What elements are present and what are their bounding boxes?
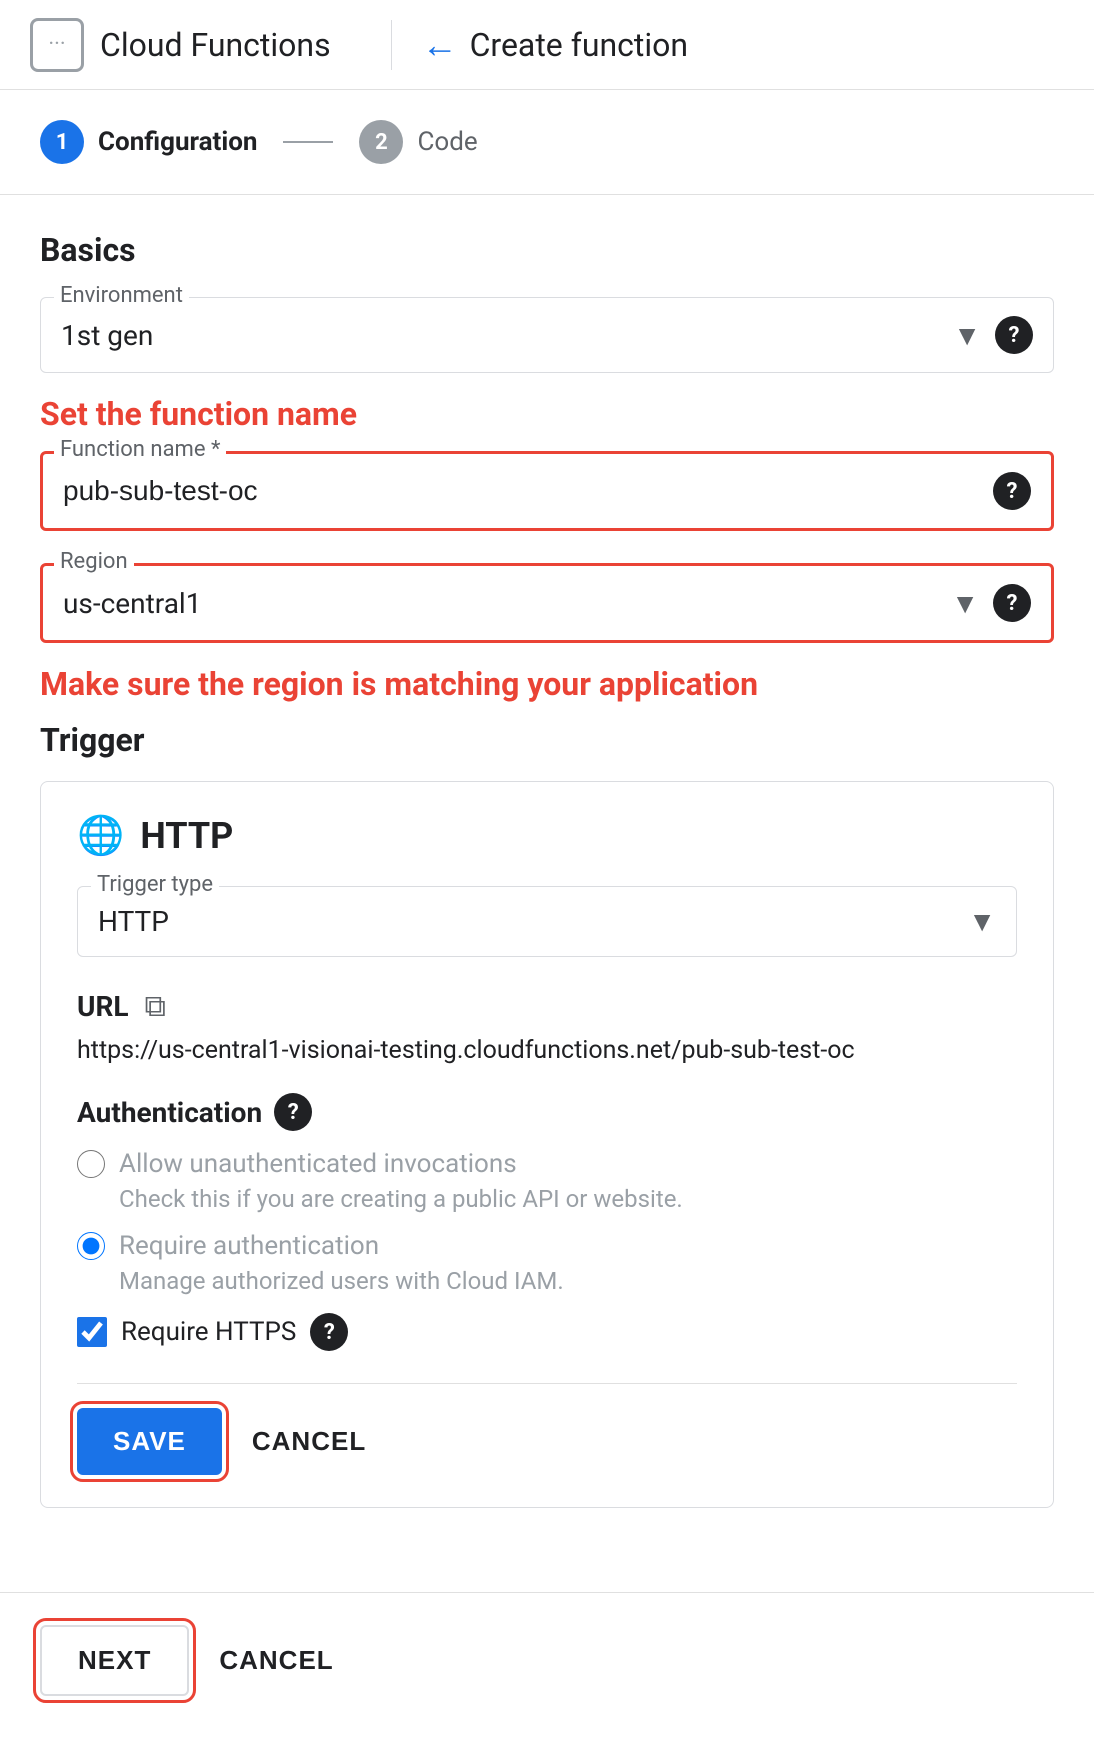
authentication-label: Authentication: [77, 1096, 262, 1129]
logo-icon: ···: [30, 18, 84, 72]
app-name: Cloud Functions: [100, 26, 331, 64]
trigger-box: 🌐 HTTP Trigger type HTTP ▼ URL ⧉ https:/…: [40, 781, 1054, 1508]
radio-row-1: Allow unauthenticated invocations: [77, 1149, 1017, 1179]
region-label: Region: [54, 549, 134, 574]
region-dropdown[interactable]: us-central1 ▼ ?: [40, 563, 1054, 643]
back-arrow-icon: ←: [422, 24, 458, 66]
http-label: HTTP: [140, 815, 233, 857]
stepper: 1 Configuration 2 Code: [0, 90, 1094, 195]
require-https-checkbox[interactable]: [77, 1317, 107, 1347]
authentication-help-icon[interactable]: ?: [274, 1093, 312, 1131]
environment-dropdown[interactable]: 1st gen ▼ ?: [40, 297, 1054, 373]
cancel-trigger-button[interactable]: CANCEL: [252, 1426, 366, 1457]
require-https-row: Require HTTPS ?: [77, 1313, 1017, 1351]
globe-icon: 🌐: [77, 814, 124, 858]
radio-row-2: Require authentication: [77, 1231, 1017, 1261]
trigger-type-field: Trigger type HTTP ▼: [77, 886, 1017, 957]
radio-option-require-auth: Require authentication Manage authorized…: [77, 1231, 1017, 1295]
require-https-label: Require HTTPS: [121, 1317, 296, 1347]
step-1[interactable]: 1 Configuration: [40, 120, 257, 164]
radio-option-unauthenticated: Allow unauthenticated invocations Check …: [77, 1149, 1017, 1213]
url-row: URL ⧉: [77, 989, 1017, 1024]
url-value: https://us-central1-visionai-testing.clo…: [77, 1036, 1017, 1065]
environment-label: Environment: [54, 283, 189, 308]
header: ··· Cloud Functions ← Create function: [0, 0, 1094, 90]
environment-dropdown-icons: ▼ ?: [953, 316, 1033, 354]
trigger-type-label: Trigger type: [91, 872, 219, 897]
region-annotation: Make sure the region is matching your ap…: [40, 665, 1054, 703]
radio-require-auth-label: Require authentication: [119, 1231, 379, 1261]
step-divider: [283, 141, 333, 143]
step-2[interactable]: 2 Code: [359, 120, 477, 164]
function-name-input[interactable]: [63, 475, 993, 507]
trigger-buttons: SAVE CANCEL: [77, 1383, 1017, 1475]
step-1-circle: 1: [40, 120, 84, 164]
url-label: URL: [77, 990, 129, 1023]
function-name-input-wrapper[interactable]: ?: [40, 451, 1054, 531]
region-dropdown-arrow-icon: ▼: [951, 587, 979, 620]
region-help-icon[interactable]: ?: [993, 584, 1031, 622]
function-name-field: Function name ?: [40, 451, 1054, 531]
bottom-navigation: NEXT CANCEL: [0, 1592, 1094, 1728]
step-1-label: Configuration: [98, 127, 257, 157]
trigger-type-arrow-icon: ▼: [968, 905, 996, 938]
radio-require-auth-input[interactable]: [77, 1232, 105, 1260]
step-2-circle: 2: [359, 120, 403, 164]
set-function-name-annotation: Set the function name: [40, 395, 1054, 433]
radio-unauthenticated-description: Check this if you are creating a public …: [119, 1185, 1017, 1213]
next-button[interactable]: NEXT: [40, 1625, 189, 1696]
copy-icon[interactable]: ⧉: [145, 989, 166, 1024]
region-dropdown-icons: ▼ ?: [951, 584, 1031, 622]
environment-dropdown-arrow-icon: ▼: [953, 319, 981, 352]
radio-require-auth-description: Manage authorized users with Cloud IAM.: [119, 1267, 1017, 1295]
save-button[interactable]: SAVE: [77, 1408, 222, 1475]
radio-unauthenticated-label: Allow unauthenticated invocations: [119, 1149, 517, 1179]
environment-field: Environment 1st gen ▼ ?: [40, 297, 1054, 373]
function-name-help-icon[interactable]: ?: [993, 472, 1031, 510]
step-2-label: Code: [417, 127, 477, 157]
require-https-help-icon[interactable]: ?: [310, 1313, 348, 1351]
trigger-section-heading: Trigger: [40, 721, 1054, 759]
radio-unauthenticated-input[interactable]: [77, 1150, 105, 1178]
trigger-http-header: 🌐 HTTP: [77, 814, 1017, 858]
cancel-bottom-button[interactable]: CANCEL: [219, 1645, 333, 1676]
back-button[interactable]: ← Create function: [422, 24, 688, 66]
environment-help-icon[interactable]: ?: [995, 316, 1033, 354]
app-logo: ··· Cloud Functions: [30, 18, 331, 72]
header-divider: [391, 20, 392, 70]
authentication-section: Authentication ?: [77, 1093, 1017, 1131]
main-content: Basics Environment 1st gen ▼ ? Set the f…: [0, 195, 1094, 1576]
region-value: us-central1: [63, 587, 951, 620]
environment-value: 1st gen: [61, 319, 953, 352]
page-title: Create function: [470, 26, 688, 64]
basics-heading: Basics: [40, 231, 1054, 269]
region-field: Region us-central1 ▼ ?: [40, 563, 1054, 643]
trigger-type-value: HTTP: [98, 905, 968, 938]
function-name-label: Function name: [54, 437, 226, 462]
